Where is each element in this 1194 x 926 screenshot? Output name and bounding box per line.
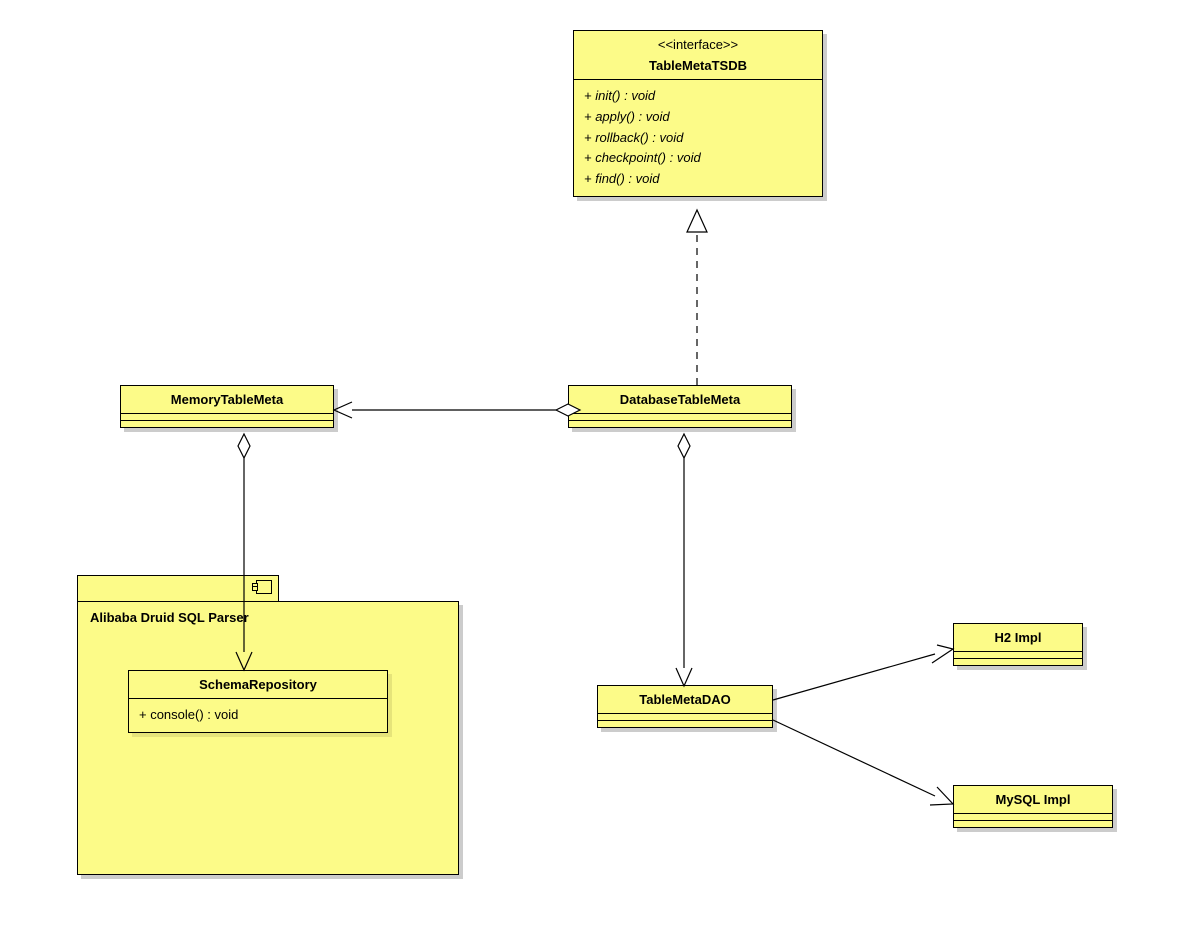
class-schema-repository: SchemaRepository + console() : void bbox=[128, 670, 388, 733]
class-title: DatabaseTableMeta bbox=[569, 386, 791, 413]
class-table-meta-dao: TableMetaDAO bbox=[597, 685, 773, 728]
component-icon bbox=[256, 580, 272, 594]
class-title: H2 Impl bbox=[954, 624, 1082, 651]
package-title: Alibaba Druid SQL Parser bbox=[78, 602, 458, 633]
class-title: TableMetaTSDB bbox=[574, 52, 822, 79]
class-title: MemoryTableMeta bbox=[121, 386, 333, 413]
class-memory-table-meta: MemoryTableMeta bbox=[120, 385, 334, 428]
stereotype-label: <<interface>> bbox=[574, 31, 822, 52]
class-database-table-meta: DatabaseTableMeta bbox=[568, 385, 792, 428]
method: + rollback() : void bbox=[584, 128, 812, 149]
class-title: TableMetaDAO bbox=[598, 686, 772, 713]
package-druid-sql-parser: Alibaba Druid SQL Parser SchemaRepositor… bbox=[77, 601, 459, 875]
class-title: MySQL Impl bbox=[954, 786, 1112, 813]
class-tablemeta-tsdb: <<interface>> TableMetaTSDB + init() : v… bbox=[573, 30, 823, 197]
method: + apply() : void bbox=[584, 107, 812, 128]
method: + console() : void bbox=[139, 705, 377, 726]
method: + init() : void bbox=[584, 86, 812, 107]
class-h2-impl: H2 Impl bbox=[953, 623, 1083, 666]
class-title: SchemaRepository bbox=[129, 671, 387, 698]
method: + find() : void bbox=[584, 169, 812, 190]
class-mysql-impl: MySQL Impl bbox=[953, 785, 1113, 828]
method: + checkpoint() : void bbox=[584, 148, 812, 169]
package-tab bbox=[77, 575, 279, 602]
